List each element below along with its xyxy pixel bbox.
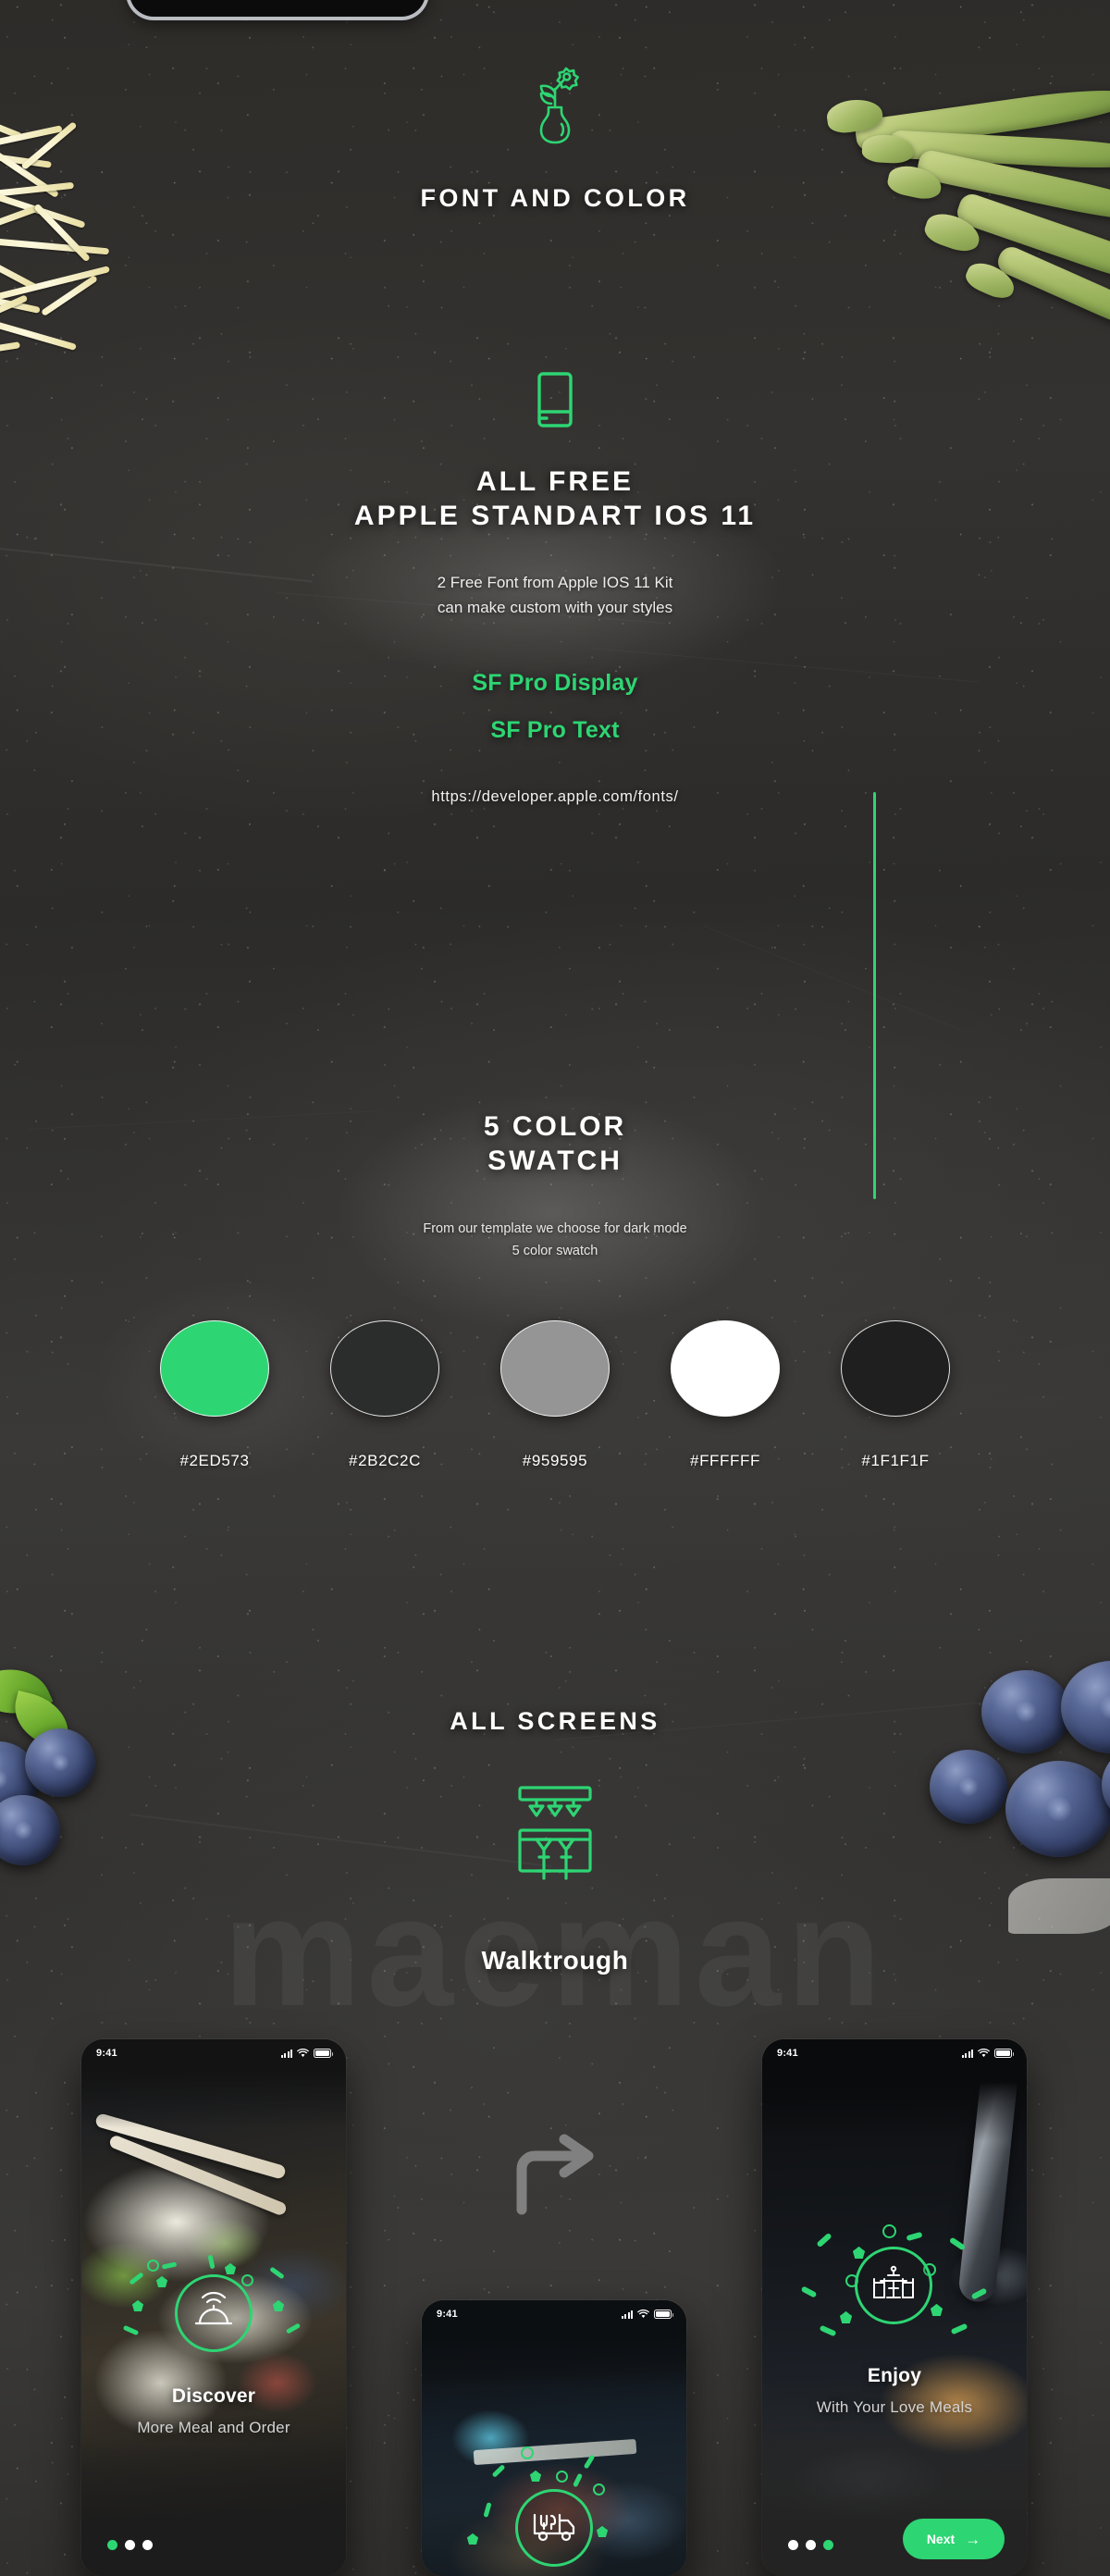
badge-circle (175, 2274, 253, 2352)
swatch-item[interactable]: #2ED573 (155, 1320, 274, 1470)
screen-bottom-scrim (81, 2437, 346, 2576)
swatch-item[interactable]: #1F1F1F (836, 1320, 955, 1470)
page-title: FONT AND COLOR (420, 184, 690, 212)
wifi-icon (637, 2310, 649, 2318)
status-bar: 9:41 (81, 2039, 346, 2067)
swatch-label: #2B2C2C (349, 1452, 421, 1470)
swatch-item[interactable]: #2B2C2C (326, 1320, 444, 1470)
badge-circle (515, 2489, 593, 2567)
onboarding-title: Enjoy (867, 2365, 922, 2386)
status-icons (621, 2310, 674, 2319)
swatch-label: #1F1F1F (861, 1452, 930, 1470)
food-truck-icon (531, 2510, 577, 2546)
onboarding-content: Enjoy With Your Love Meals (762, 2224, 1027, 2417)
apple-fonts-link[interactable]: https://developer.apple.com/fonts/ (0, 788, 1110, 806)
swatch-title-line1: 5 COLOR (483, 1111, 627, 1142)
section-font-and-color: FONT AND COLOR (0, 65, 1110, 213)
swatch-white[interactable] (671, 1320, 780, 1418)
swatch-mid-gray[interactable] (500, 1320, 610, 1418)
walkthrough-title: Walktrough (481, 1946, 629, 1975)
onboarding-content (422, 2446, 686, 2567)
wifi-icon (297, 2049, 309, 2057)
battery-icon (994, 2049, 1015, 2058)
font-name-secondary: SF Pro Text (490, 716, 620, 743)
swatch-item[interactable]: #FFFFFF (666, 1320, 784, 1470)
page-indicator-dots[interactable] (788, 2540, 833, 2550)
swatch-label: #2ED573 (179, 1452, 250, 1470)
all-free-subtitle-line2: can make custom with your styles (437, 599, 673, 617)
page-indicator-dots[interactable] (107, 2540, 153, 2550)
section-all-screens: ALL SCREENS Walktrough (0, 1707, 1110, 1975)
all-screens-title: ALL SCREENS (450, 1707, 660, 1735)
swatch-dark-gray[interactable] (330, 1320, 439, 1418)
swatch-subtitle-line1: From our template we choose for dark mod… (423, 1221, 687, 1237)
badge-with-sparks (463, 2446, 645, 2567)
badge-with-sparks (122, 2254, 304, 2369)
bar-counter-icon (0, 1784, 1110, 1890)
book-icon (0, 370, 1110, 434)
flower-vase-icon (0, 65, 1110, 153)
page-dot[interactable] (823, 2540, 833, 2550)
onboarding-content: Discover More Meal and Order (81, 2254, 346, 2437)
phone-screen: 9:41 (81, 2039, 346, 2576)
next-button-label: Next (926, 2532, 956, 2546)
section-color-swatch: 5 COLOR SWATCH From our template we choo… (0, 1110, 1110, 1470)
phone-discover[interactable]: 9:41 Discover More Meal and Order (81, 2039, 346, 2576)
page-dot[interactable] (788, 2540, 798, 2550)
swatch-label: #959595 (522, 1452, 588, 1470)
badge-with-sparks (796, 2224, 993, 2350)
signal-icon (280, 2049, 292, 2058)
all-free-title-line2: APPLE STANDART IOS 11 (353, 500, 757, 531)
swatch-near-black[interactable] (841, 1320, 950, 1418)
food-cloche-wifi-icon (191, 2291, 236, 2335)
status-icons (961, 2049, 1015, 2058)
status-bar: 9:41 (422, 2300, 686, 2328)
status-bar: 9:41 (762, 2039, 1027, 2067)
onboarding-subtitle: More Meal and Order (137, 2419, 290, 2436)
dining-table-icon (870, 2264, 917, 2308)
phone-screen: 9:41 (422, 2300, 686, 2576)
status-icons (280, 2049, 334, 2058)
swatch-item[interactable]: #959595 (496, 1320, 614, 1470)
signal-icon (961, 2049, 973, 2058)
swatch-subtitle-line2: 5 color swatch (512, 1244, 598, 1259)
onboarding-subtitle: With Your Love Meals (816, 2398, 973, 2416)
battery-icon (314, 2049, 334, 2058)
swatch-label: #FFFFFF (690, 1452, 760, 1470)
flow-arrow-icon (500, 2119, 610, 2235)
wifi-icon (978, 2049, 990, 2057)
battery-icon (654, 2310, 674, 2319)
phone-delivery[interactable]: 9:41 (422, 2300, 686, 2576)
status-time: 9:41 (437, 2309, 458, 2320)
swatch-title-line2: SWATCH (487, 1145, 623, 1176)
signal-icon (621, 2310, 633, 2319)
phone-enjoy[interactable]: 9:41 Enjoy With Your Love Meals Next → (762, 2039, 1027, 2576)
arrow-right-icon: → (965, 2530, 981, 2548)
next-button[interactable]: Next → (903, 2519, 1005, 2559)
swatch-green[interactable] (160, 1320, 269, 1418)
page-dot[interactable] (806, 2540, 816, 2550)
page-dot[interactable] (142, 2540, 153, 2550)
page-dot[interactable] (125, 2540, 135, 2550)
section-all-free: ALL FREE APPLE STANDART IOS 11 2 Free Fo… (0, 370, 1110, 806)
all-free-title-line1: ALL FREE (475, 466, 635, 497)
badge-circle (855, 2247, 932, 2324)
status-time: 9:41 (96, 2048, 117, 2059)
page-dot[interactable] (107, 2540, 117, 2550)
color-swatch-row: #2ED573 #2B2C2C #959595 #FFFFFF #1F1F1F (0, 1320, 1110, 1470)
font-name-primary: SF Pro Display (472, 669, 638, 696)
all-free-subtitle-line1: 2 Free Font from Apple IOS 11 Kit (437, 574, 673, 592)
phone-screen: 9:41 (762, 2039, 1027, 2576)
status-time: 9:41 (777, 2048, 798, 2059)
onboarding-title: Discover (171, 2385, 256, 2407)
